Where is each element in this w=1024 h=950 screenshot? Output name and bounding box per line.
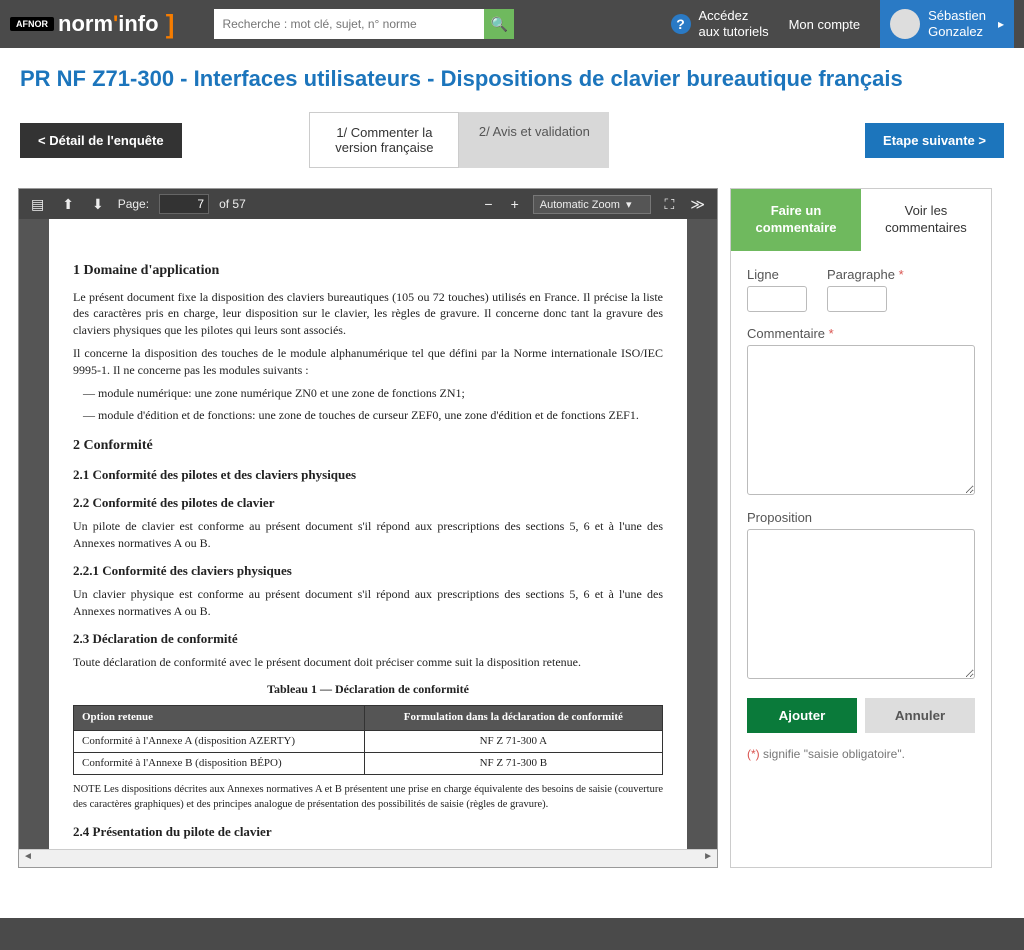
doc-h1: 1 Domaine d'application	[73, 261, 663, 281]
table-row: Conformité à l'Annexe A (disposition AZE…	[74, 730, 663, 752]
sidebar-toggle-icon[interactable]: ▤	[27, 196, 48, 213]
tab-avis-validation[interactable]: 2/ Avis et validation	[459, 112, 609, 168]
doc-p: Toute déclaration de conformité avec le …	[73, 654, 663, 671]
tab-make-comment[interactable]: Faire un commentaire	[731, 189, 861, 251]
next-step-button[interactable]: Etape suivante >	[865, 123, 1004, 158]
table-caption: Tableau 1 — Déclaration de conformité	[73, 681, 663, 698]
comment-panel: Faire un commentaire Voir les commentair…	[730, 188, 992, 868]
label-ligne: Ligne	[747, 267, 807, 282]
doc-note: NOTE Les dispositions décrites aux Annex…	[73, 783, 663, 812]
add-button[interactable]: Ajouter	[747, 698, 857, 733]
search-button[interactable]: 🔍	[484, 9, 514, 39]
pdf-body[interactable]: 1 Domaine d'application Le présent docum…	[19, 219, 717, 849]
zoom-select[interactable]: Automatic Zoom ▾	[533, 195, 651, 214]
zoom-out-icon[interactable]: −	[480, 196, 496, 212]
required-note: (*) signifie "saisie obligatoire".	[747, 747, 975, 761]
doc-p: Un pilote de clavier est conforme au pré…	[73, 518, 663, 552]
search-input[interactable]	[214, 9, 484, 39]
th: Formulation dans la déclaration de confo…	[364, 706, 662, 730]
chevron-down-icon: ▸	[998, 17, 1004, 31]
conformity-table: Option retenueFormulation dans la déclar…	[73, 705, 663, 775]
label-proposition: Proposition	[747, 510, 975, 525]
tools-icon[interactable]: ≫	[686, 196, 709, 213]
pdf-viewer: ▤ ⬆ ⬇ Page: of 57 − + Automatic Zoom ▾ ⛶…	[18, 188, 718, 868]
account-link[interactable]: Mon compte	[789, 17, 861, 32]
doc-h2: 2 Conformité	[73, 436, 663, 456]
page-up-icon[interactable]: ⬆	[58, 196, 78, 213]
logo-bracket-icon: ]	[159, 9, 175, 40]
doc-h21: 2.1 Conformité des pilotes et des clavie…	[73, 466, 663, 484]
search-wrap: 🔍	[214, 9, 514, 39]
doc-p: Il concerne la disposition des touches d…	[73, 345, 663, 379]
page-title: PR NF Z71-300 - Interfaces utilisateurs …	[20, 66, 1004, 92]
horizontal-scrollbar[interactable]	[19, 849, 717, 867]
doc-li: — module numérique: une zone numérique Z…	[83, 385, 663, 402]
help-icon: ?	[671, 14, 691, 34]
avatar	[890, 9, 920, 39]
footer-bar	[0, 918, 1024, 950]
side-tabs: Faire un commentaire Voir les commentair…	[731, 189, 991, 251]
doc-h24: 2.4 Présentation du pilote de clavier	[73, 823, 663, 841]
ligne-input[interactable]	[747, 286, 807, 312]
page-label: Page:	[118, 197, 149, 211]
header-bar: AFNOR norm'info ] 🔍 ? Accédez aux tutori…	[0, 0, 1024, 48]
tutorials-link[interactable]: ? Accédez aux tutoriels	[671, 8, 769, 39]
page-number-input[interactable]	[159, 194, 209, 214]
logo[interactable]: AFNOR norm'info ]	[10, 9, 174, 40]
pdf-toolbar: ▤ ⬆ ⬇ Page: of 57 − + Automatic Zoom ▾ ⛶…	[19, 189, 717, 219]
tab-comment-fr[interactable]: 1/ Commenter la version française	[309, 112, 459, 168]
search-icon: 🔍	[491, 16, 508, 32]
table-row: Conformité à l'Annexe B (disposition BÉP…	[74, 753, 663, 775]
subheader: < Détail de l'enquête 1/ Commenter la ve…	[0, 102, 1024, 188]
step-tabs: 1/ Commenter la version française 2/ Avi…	[309, 112, 609, 168]
paragraphe-input[interactable]	[827, 286, 887, 312]
doc-page: 1 Domaine d'application Le présent docum…	[49, 219, 687, 849]
commentaire-textarea[interactable]	[747, 345, 975, 495]
title-bar: PR NF Z71-300 - Interfaces utilisateurs …	[0, 48, 1024, 102]
zoom-in-icon[interactable]: +	[507, 196, 523, 212]
doc-h22: 2.2 Conformité des pilotes de clavier	[73, 494, 663, 512]
comment-form: Ligne Paragraphe * Commentaire * Proposi…	[731, 251, 991, 777]
logo-text: norm'info	[58, 11, 159, 37]
doc-h221: 2.2.1 Conformité des claviers physiques	[73, 562, 663, 580]
th: Option retenue	[74, 706, 365, 730]
label-commentaire: Commentaire *	[747, 326, 975, 341]
fullscreen-icon[interactable]: ⛶	[661, 196, 679, 213]
user-chip[interactable]: SébastienGonzalez ▸	[880, 0, 1014, 48]
tab-view-comments[interactable]: Voir les commentaires	[861, 189, 991, 251]
page-down-icon[interactable]: ⬇	[88, 196, 108, 213]
user-name: SébastienGonzalez	[928, 8, 986, 39]
doc-li: — module d'édition et de fonctions: une …	[83, 407, 663, 424]
label-paragraphe: Paragraphe *	[827, 267, 904, 282]
page-total: of 57	[219, 197, 246, 211]
doc-p: Le présent document fixe la disposition …	[73, 289, 663, 339]
proposition-textarea[interactable]	[747, 529, 975, 679]
doc-p: Un clavier physique est conforme au prés…	[73, 586, 663, 620]
logo-afnor-badge: AFNOR	[10, 17, 54, 31]
doc-h23: 2.3 Déclaration de conformité	[73, 630, 663, 648]
back-button[interactable]: < Détail de l'enquête	[20, 123, 182, 158]
cancel-button[interactable]: Annuler	[865, 698, 975, 733]
